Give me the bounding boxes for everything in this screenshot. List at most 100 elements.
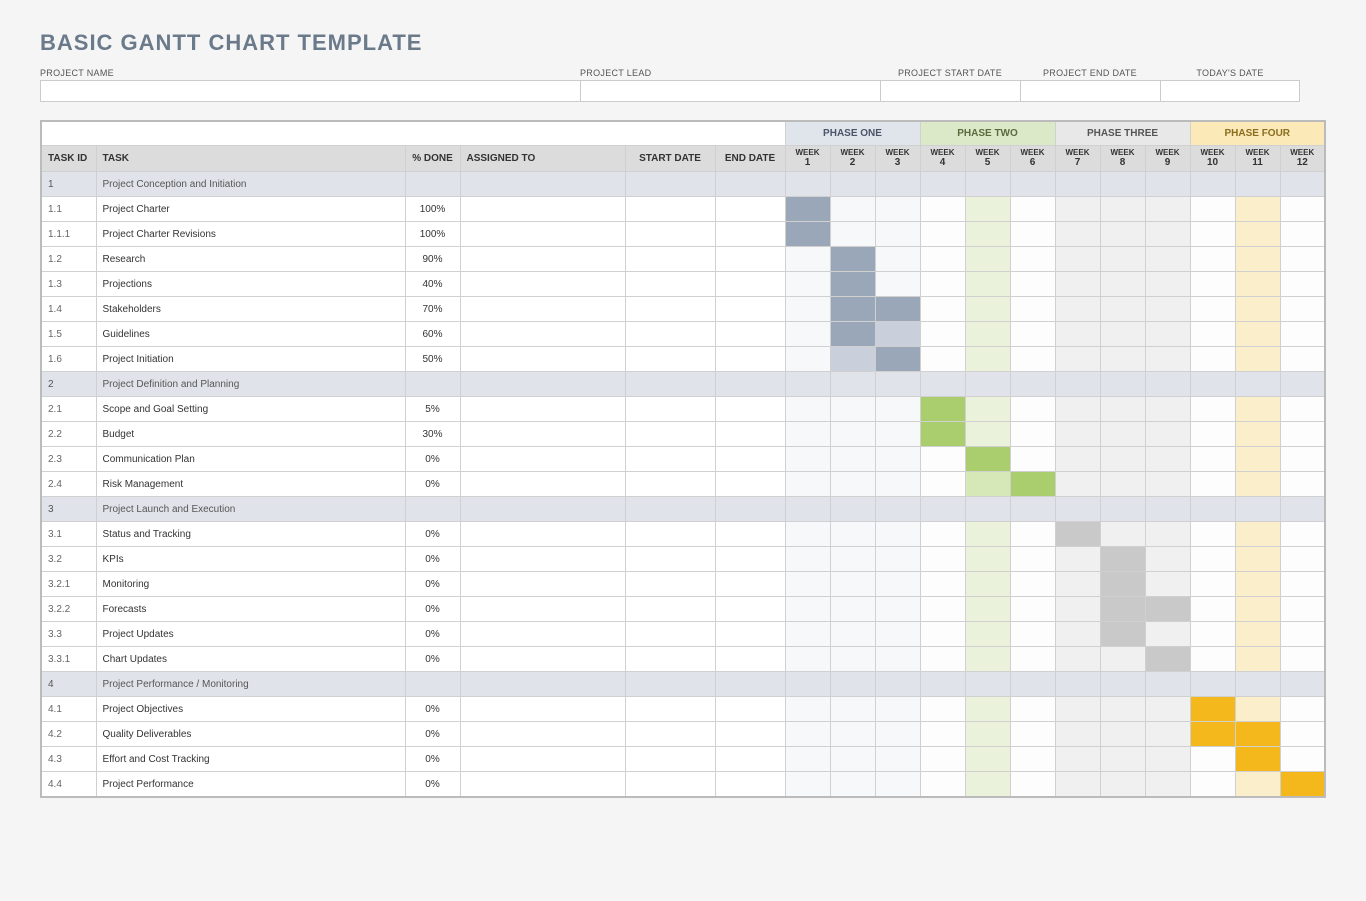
timeline-cell-w7[interactable] bbox=[1055, 272, 1100, 297]
cell-task-id[interactable]: 4 bbox=[41, 672, 96, 697]
timeline-cell-w2[interactable] bbox=[830, 647, 875, 672]
cell-task[interactable]: Projections bbox=[96, 272, 405, 297]
timeline-cell-w9[interactable] bbox=[1145, 297, 1190, 322]
timeline-cell-w1[interactable] bbox=[785, 447, 830, 472]
timeline-cell-w7[interactable] bbox=[1055, 472, 1100, 497]
cell-end-date[interactable] bbox=[715, 697, 785, 722]
timeline-cell-w6[interactable] bbox=[1010, 172, 1055, 197]
timeline-cell-w4[interactable] bbox=[920, 197, 965, 222]
timeline-cell-w2[interactable] bbox=[830, 672, 875, 697]
todays-date-input[interactable] bbox=[1160, 80, 1300, 102]
cell-task-id[interactable]: 1 bbox=[41, 172, 96, 197]
timeline-cell-w7[interactable] bbox=[1055, 547, 1100, 572]
timeline-cell-w6[interactable] bbox=[1010, 472, 1055, 497]
cell-task[interactable]: Project Launch and Execution bbox=[96, 497, 405, 522]
timeline-cell-w10[interactable] bbox=[1190, 622, 1235, 647]
cell-end-date[interactable] bbox=[715, 522, 785, 547]
cell-pct-done[interactable]: 0% bbox=[405, 622, 460, 647]
timeline-cell-w6[interactable] bbox=[1010, 297, 1055, 322]
timeline-cell-w6[interactable] bbox=[1010, 722, 1055, 747]
timeline-cell-w3[interactable] bbox=[875, 347, 920, 372]
timeline-cell-w7[interactable] bbox=[1055, 722, 1100, 747]
timeline-cell-w9[interactable] bbox=[1145, 172, 1190, 197]
timeline-cell-w8[interactable] bbox=[1100, 647, 1145, 672]
timeline-cell-w11[interactable] bbox=[1235, 372, 1280, 397]
cell-assigned-to[interactable] bbox=[460, 497, 625, 522]
cell-assigned-to[interactable] bbox=[460, 397, 625, 422]
timeline-cell-w12[interactable] bbox=[1280, 497, 1325, 522]
timeline-cell-w1[interactable] bbox=[785, 197, 830, 222]
cell-end-date[interactable] bbox=[715, 472, 785, 497]
cell-task-id[interactable]: 3.1 bbox=[41, 522, 96, 547]
timeline-cell-w4[interactable] bbox=[920, 372, 965, 397]
timeline-cell-w1[interactable] bbox=[785, 647, 830, 672]
cell-end-date[interactable] bbox=[715, 622, 785, 647]
timeline-cell-w5[interactable] bbox=[965, 647, 1010, 672]
timeline-cell-w4[interactable] bbox=[920, 547, 965, 572]
timeline-cell-w9[interactable] bbox=[1145, 722, 1190, 747]
cell-task[interactable]: Project Performance / Monitoring bbox=[96, 672, 405, 697]
cell-assigned-to[interactable] bbox=[460, 222, 625, 247]
cell-task[interactable]: Chart Updates bbox=[96, 647, 405, 672]
cell-task-id[interactable]: 4.1 bbox=[41, 697, 96, 722]
timeline-cell-w8[interactable] bbox=[1100, 347, 1145, 372]
timeline-cell-w9[interactable] bbox=[1145, 697, 1190, 722]
timeline-cell-w3[interactable] bbox=[875, 447, 920, 472]
cell-task[interactable]: Budget bbox=[96, 422, 405, 447]
timeline-cell-w11[interactable] bbox=[1235, 747, 1280, 772]
timeline-cell-w8[interactable] bbox=[1100, 622, 1145, 647]
timeline-cell-w3[interactable] bbox=[875, 672, 920, 697]
timeline-cell-w5[interactable] bbox=[965, 772, 1010, 798]
timeline-cell-w10[interactable] bbox=[1190, 372, 1235, 397]
cell-pct-done[interactable]: 0% bbox=[405, 472, 460, 497]
cell-start-date[interactable] bbox=[625, 547, 715, 572]
cell-assigned-to[interactable] bbox=[460, 647, 625, 672]
cell-pct-done[interactable]: 50% bbox=[405, 347, 460, 372]
timeline-cell-w5[interactable] bbox=[965, 597, 1010, 622]
timeline-cell-w8[interactable] bbox=[1100, 497, 1145, 522]
cell-pct-done[interactable]: 5% bbox=[405, 397, 460, 422]
cell-pct-done[interactable]: 0% bbox=[405, 772, 460, 798]
cell-assigned-to[interactable] bbox=[460, 522, 625, 547]
timeline-cell-w7[interactable] bbox=[1055, 747, 1100, 772]
cell-assigned-to[interactable] bbox=[460, 247, 625, 272]
cell-start-date[interactable] bbox=[625, 622, 715, 647]
timeline-cell-w11[interactable] bbox=[1235, 547, 1280, 572]
cell-task[interactable]: Forecasts bbox=[96, 597, 405, 622]
timeline-cell-w8[interactable] bbox=[1100, 547, 1145, 572]
timeline-cell-w3[interactable] bbox=[875, 772, 920, 798]
timeline-cell-w10[interactable] bbox=[1190, 522, 1235, 547]
timeline-cell-w7[interactable] bbox=[1055, 672, 1100, 697]
timeline-cell-w11[interactable] bbox=[1235, 672, 1280, 697]
cell-start-date[interactable] bbox=[625, 572, 715, 597]
cell-task[interactable]: Effort and Cost Tracking bbox=[96, 747, 405, 772]
timeline-cell-w3[interactable] bbox=[875, 547, 920, 572]
timeline-cell-w2[interactable] bbox=[830, 547, 875, 572]
timeline-cell-w10[interactable] bbox=[1190, 472, 1235, 497]
timeline-cell-w10[interactable] bbox=[1190, 547, 1235, 572]
timeline-cell-w9[interactable] bbox=[1145, 572, 1190, 597]
timeline-cell-w3[interactable] bbox=[875, 272, 920, 297]
timeline-cell-w1[interactable] bbox=[785, 222, 830, 247]
timeline-cell-w1[interactable] bbox=[785, 572, 830, 597]
project-name-input[interactable] bbox=[40, 80, 580, 102]
timeline-cell-w8[interactable] bbox=[1100, 322, 1145, 347]
timeline-cell-w3[interactable] bbox=[875, 472, 920, 497]
cell-assigned-to[interactable] bbox=[460, 172, 625, 197]
timeline-cell-w11[interactable] bbox=[1235, 647, 1280, 672]
cell-start-date[interactable] bbox=[625, 597, 715, 622]
timeline-cell-w8[interactable] bbox=[1100, 397, 1145, 422]
cell-task-id[interactable]: 4.2 bbox=[41, 722, 96, 747]
timeline-cell-w5[interactable] bbox=[965, 572, 1010, 597]
timeline-cell-w11[interactable] bbox=[1235, 172, 1280, 197]
timeline-cell-w2[interactable] bbox=[830, 297, 875, 322]
cell-assigned-to[interactable] bbox=[460, 672, 625, 697]
cell-start-date[interactable] bbox=[625, 672, 715, 697]
timeline-cell-w12[interactable] bbox=[1280, 372, 1325, 397]
cell-pct-done[interactable]: 0% bbox=[405, 747, 460, 772]
timeline-cell-w4[interactable] bbox=[920, 272, 965, 297]
cell-end-date[interactable] bbox=[715, 447, 785, 472]
cell-pct-done[interactable]: 30% bbox=[405, 422, 460, 447]
timeline-cell-w2[interactable] bbox=[830, 347, 875, 372]
cell-assigned-to[interactable] bbox=[460, 297, 625, 322]
